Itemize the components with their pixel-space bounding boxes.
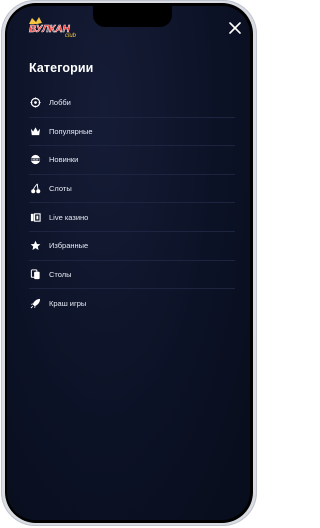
menu-item-new[interactable]: NEW Новинки bbox=[29, 146, 235, 175]
brand-logo[interactable]: ВУЛКАН club bbox=[27, 15, 85, 39]
close-icon bbox=[229, 22, 241, 34]
category-menu: Лобби Популярные NEW Новинки Слоты Live … bbox=[29, 89, 235, 318]
menu-item-lobby[interactable]: Лобби bbox=[29, 89, 235, 118]
vulkan-logo-icon: ВУЛКАН club bbox=[29, 17, 77, 39]
svg-text:club: club bbox=[65, 33, 77, 39]
menu-item-label: Лобби bbox=[49, 98, 71, 108]
menu-item-label: Столы bbox=[49, 269, 72, 279]
star-icon bbox=[29, 239, 42, 252]
menu-item-label: Слоты bbox=[49, 184, 72, 194]
close-button[interactable] bbox=[226, 19, 244, 37]
menu-item-label: Новинки bbox=[49, 155, 79, 165]
phone-notch bbox=[93, 6, 172, 27]
crown-icon bbox=[29, 125, 42, 138]
menu-item-crash-games[interactable]: Краш игры bbox=[29, 289, 235, 318]
menu-item-tables[interactable]: Столы bbox=[29, 261, 235, 290]
menu-item-label: Краш игры bbox=[49, 298, 87, 308]
menu-item-label: Избранные bbox=[49, 241, 89, 251]
lobby-icon bbox=[29, 96, 42, 109]
new-badge-icon: NEW bbox=[29, 153, 42, 166]
menu-item-popular[interactable]: Популярные bbox=[29, 118, 235, 147]
screen: ВУЛКАН club Категории Лобби Популярные N… bbox=[7, 6, 250, 520]
menu-item-favorites[interactable]: Избранные bbox=[29, 232, 235, 261]
menu-title: Категории bbox=[29, 61, 94, 75]
menu-item-label: Live казино bbox=[49, 212, 89, 222]
live-casino-icon bbox=[29, 211, 42, 224]
menu-item-slots[interactable]: Слоты bbox=[29, 175, 235, 204]
cherries-icon bbox=[29, 182, 42, 195]
cards-icon bbox=[29, 268, 42, 281]
menu-item-label: Популярные bbox=[49, 126, 93, 136]
svg-text:NEW: NEW bbox=[33, 158, 40, 162]
menu-item-live-casino[interactable]: Live казино bbox=[29, 203, 235, 232]
rocket-icon bbox=[29, 297, 42, 310]
